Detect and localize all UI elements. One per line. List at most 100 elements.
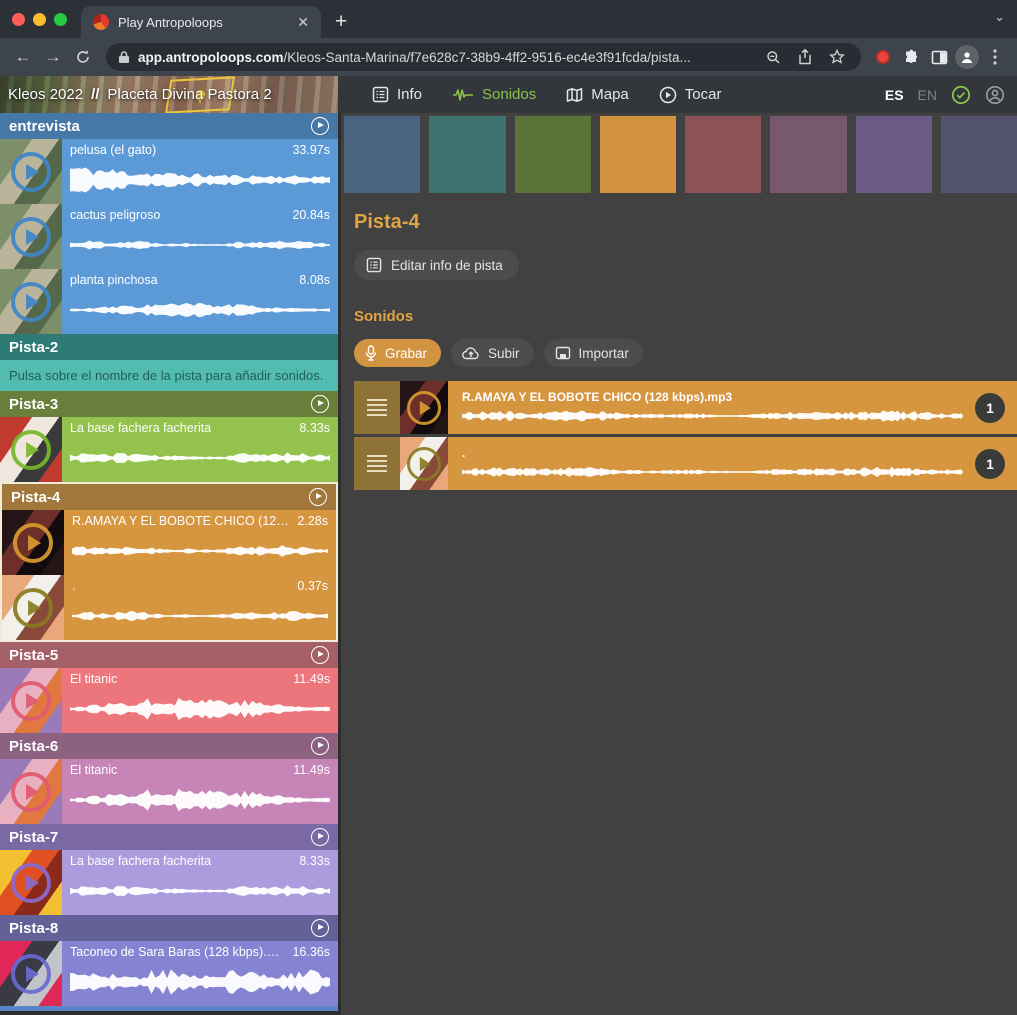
track-play-button[interactable] [311, 828, 329, 846]
lang-en-button[interactable]: EN [918, 87, 937, 103]
audio-clip[interactable]: El titanic11.49s [0, 759, 338, 824]
track-play-button[interactable] [309, 488, 327, 506]
import-button[interactable]: Importar [544, 339, 643, 367]
audio-clip[interactable]: La base fachera facherita8.33s [0, 850, 338, 915]
address-bar[interactable]: app.antropoloops.com/Kleos-Santa-Marina/… [106, 43, 861, 71]
reload-button[interactable] [70, 44, 96, 70]
audio-clip[interactable]: planta pinchosa8.08s [0, 269, 338, 334]
zoom-window-button[interactable] [54, 13, 67, 26]
recorder-extension-button[interactable] [871, 45, 895, 69]
drag-handle-icon [367, 399, 387, 417]
drag-handle-icon [367, 455, 387, 473]
clip-play-button[interactable] [11, 772, 51, 812]
app-header: Kleos 2022 // Placeta Divina Pastora 2 I… [0, 76, 1017, 113]
clip-play-button[interactable] [11, 430, 51, 470]
audio-clip[interactable]: Taconeo de Sara Baras (128 kbps).mp316.3… [0, 941, 338, 1006]
track-header-pista-5[interactable]: Pista-5 [0, 642, 338, 668]
track-swatch-2[interactable] [429, 116, 505, 193]
track-play-button[interactable] [311, 919, 329, 937]
track-header-pista-8[interactable]: Pista-8 [0, 915, 338, 941]
clip-play-button[interactable] [11, 863, 51, 903]
drag-handle[interactable] [354, 381, 400, 434]
side-panel-button[interactable] [927, 45, 951, 69]
audio-clip[interactable]: R.AMAYA Y EL BOBOTE CHICO (128 kbps)....… [2, 510, 336, 575]
audio-clip[interactable]: El titanic11.49s [0, 668, 338, 733]
nav-tab-mapa[interactable]: Mapa [566, 86, 629, 103]
play-triangle-icon [26, 966, 39, 982]
nav-tab-info[interactable]: Info [372, 86, 422, 103]
track-header-pista-4[interactable]: Pista-4 [2, 484, 336, 510]
track-swatch-8[interactable] [941, 116, 1017, 193]
tab-search-chevron-icon[interactable]: ⌄ [994, 9, 1005, 25]
drag-handle[interactable] [354, 437, 400, 490]
clip-play-button[interactable] [13, 523, 53, 563]
forward-button[interactable]: → [40, 44, 66, 70]
clip-play-button[interactable] [11, 152, 51, 192]
close-window-button[interactable] [12, 13, 25, 26]
browser-tab[interactable]: Play Antropoloops ✕ [81, 6, 321, 38]
audio-clip[interactable]: .0.37s [2, 575, 336, 640]
breadcrumb[interactable]: Kleos 2022 // Placeta Divina Pastora 2 [0, 76, 338, 113]
tab-close-icon[interactable]: ✕ [295, 14, 311, 31]
track-helper-text: Pulsa sobre el nombre de la pista para a… [0, 360, 338, 391]
audio-clip[interactable]: cactus peligroso20.84s [0, 204, 338, 269]
sound-row[interactable]: R.AMAYA Y EL BOBOTE CHICO (128 kbps).mp3… [354, 381, 1017, 434]
track-swatch-7[interactable] [856, 116, 932, 193]
clip-play-button[interactable] [11, 681, 51, 721]
record-button-label: Grabar [385, 346, 427, 361]
browser-toolbar: ← → app.antropoloops.com/Kleos-Santa-Mar… [0, 38, 1017, 76]
track-header-entrevista[interactable]: entrevista [0, 113, 338, 139]
upload-button[interactable]: Subir [451, 339, 534, 367]
audio-clip[interactable]: pelusa (el gato)33.97s [0, 139, 338, 204]
track-swatch-5[interactable] [685, 116, 761, 193]
profile-button[interactable] [955, 45, 979, 69]
nav-label-mapa: Mapa [591, 86, 629, 103]
track-header-pista-6[interactable]: Pista-6 [0, 733, 338, 759]
app-nav: Info Sonidos Mapa Tocar [338, 76, 885, 113]
nav-tab-sonidos[interactable]: Sonidos [452, 86, 536, 103]
extensions-button[interactable] [899, 45, 923, 69]
breadcrumb-project[interactable]: Kleos 2022 [8, 86, 83, 103]
track-header-pista-3[interactable]: Pista-3 [0, 391, 338, 417]
track-play-button[interactable] [311, 646, 329, 664]
clip-play-button[interactable] [13, 588, 53, 628]
account-icon[interactable] [985, 85, 1005, 105]
clip-play-button[interactable] [11, 954, 51, 994]
sound-row[interactable]: .1 [354, 437, 1017, 490]
audio-clip[interactable]: La base fachera facherita8.33s [0, 417, 338, 482]
track-header-pista-7[interactable]: Pista-7 [0, 824, 338, 850]
sync-ok-icon[interactable] [951, 85, 971, 105]
play-triangle-icon [26, 693, 39, 709]
track-play-button[interactable] [311, 737, 329, 755]
lang-es-button[interactable]: ES [885, 87, 904, 103]
clip-play-button[interactable] [11, 217, 51, 257]
record-button[interactable]: Grabar [354, 339, 441, 367]
minimize-window-button[interactable] [33, 13, 46, 26]
track-swatch-6[interactable] [770, 116, 846, 193]
zoom-page-button[interactable] [761, 45, 785, 69]
track-section-pista-8: Pista-8Taconeo de Sara Baras (128 kbps).… [0, 915, 338, 1006]
share-button[interactable] [793, 45, 817, 69]
clip-play-button[interactable] [407, 447, 441, 481]
back-button[interactable]: ← [10, 44, 36, 70]
nav-tab-tocar[interactable]: Tocar [659, 86, 722, 104]
browser-menu-button[interactable] [983, 45, 1007, 69]
waveform-icon [452, 87, 474, 103]
breadcrumb-session[interactable]: Placeta Divina Pastora 2 [107, 86, 271, 103]
track-swatch-3[interactable] [515, 116, 591, 193]
edit-track-info-button[interactable]: Editar info de pista [354, 250, 519, 280]
track-header-pista-2[interactable]: Pista-2 [0, 334, 338, 360]
clip-title: pelusa (el gato) [70, 143, 156, 157]
clip-body: .0.37s [64, 575, 336, 640]
track-play-button[interactable] [311, 395, 329, 413]
track-section-pista-3: Pista-3La base fachera facherita8.33s [0, 391, 338, 482]
breadcrumb-text: Kleos 2022 // Placeta Divina Pastora 2 [0, 76, 338, 113]
track-swatch-4[interactable] [600, 116, 676, 193]
track-play-button[interactable] [311, 117, 329, 135]
play-triangle-icon [26, 875, 39, 891]
new-tab-button[interactable]: + [321, 10, 347, 38]
bookmark-star-button[interactable] [825, 45, 849, 69]
clip-play-button[interactable] [11, 282, 51, 322]
clip-play-button[interactable] [407, 391, 441, 425]
track-swatch-1[interactable] [344, 116, 420, 193]
